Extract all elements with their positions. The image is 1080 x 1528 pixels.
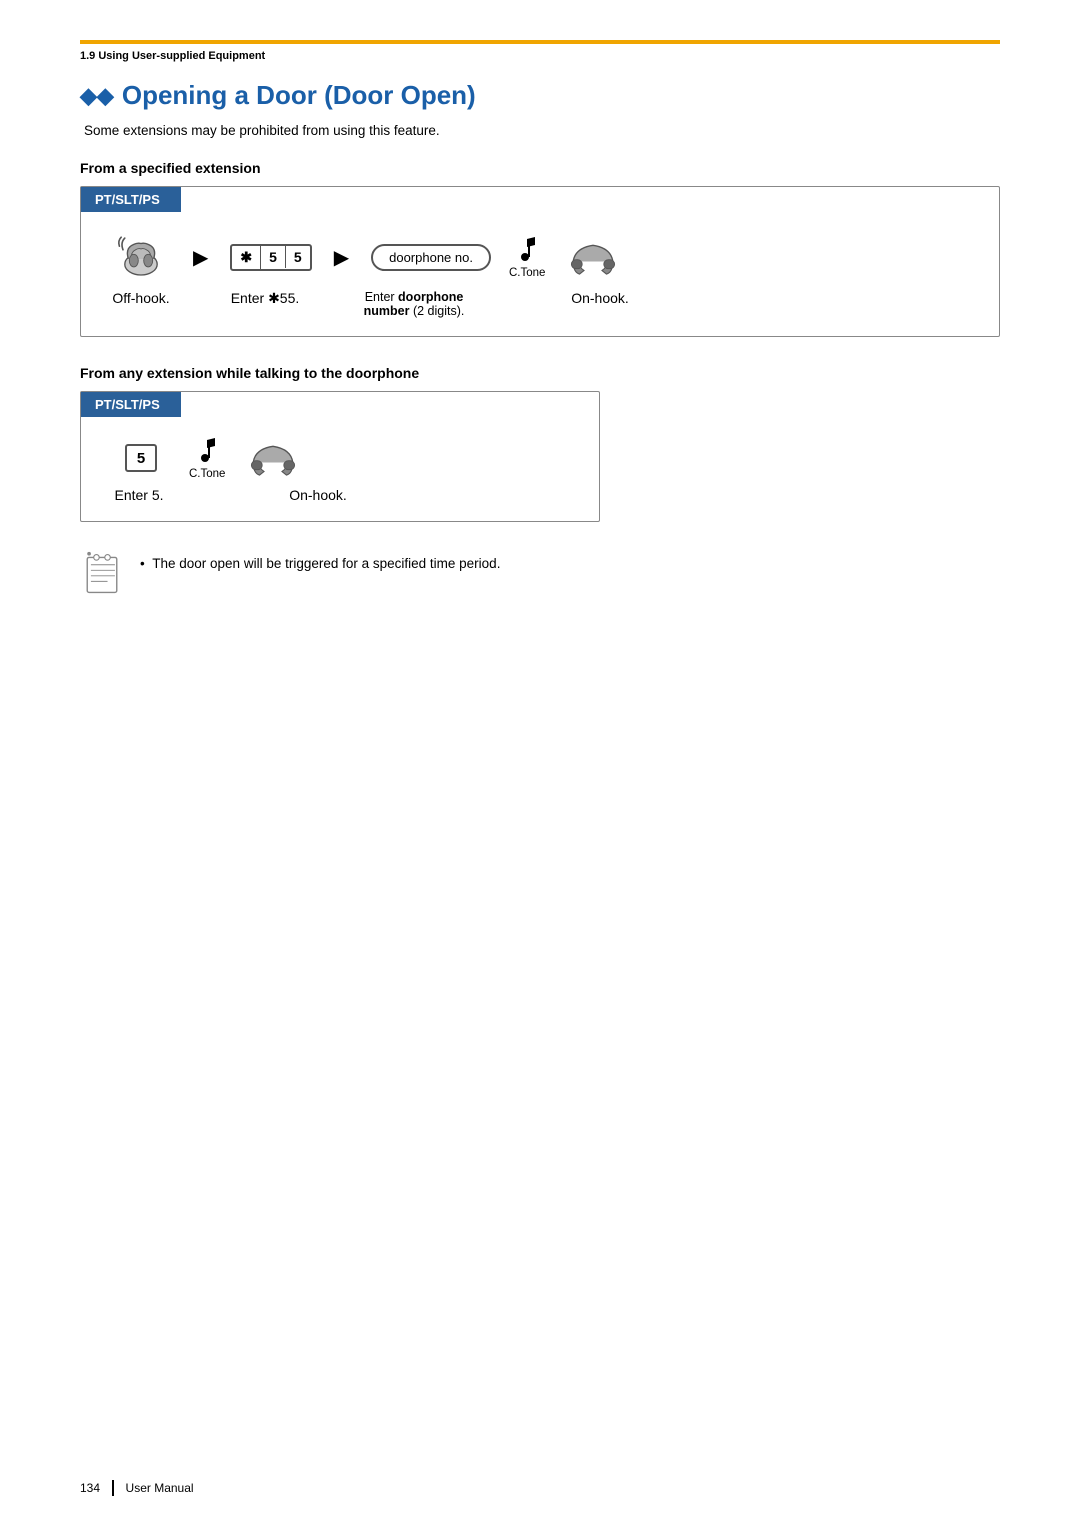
key5-item: 5 [111,444,171,472]
section2-box-header: PT/SLT/PS [81,392,181,417]
label-doorphone: Enter doorphonenumber (2 digits). [359,290,469,318]
onhook1-item [563,234,623,280]
section1-labels-row: Off-hook. Enter ✱55. Enter doorphonenumb… [111,290,969,318]
page: 1.9 Using User-supplied Equipment ◆◆ Ope… [0,0,1080,1528]
ctone2-icon [193,436,221,466]
top-rule [80,40,1000,44]
note-text: • The door open will be triggered for a … [140,550,500,571]
section1-flow-row: ▶ ✱ 5 5 ▶ doorphone no. [111,230,969,284]
note-content: The door open will be triggered for a sp… [152,556,500,571]
arrow1-icon: ▶ [193,245,208,270]
page-number: 134 [80,1481,100,1495]
note-icon [80,550,124,598]
section1-heading: From a specified extension [80,160,1000,176]
footer: 134 User Manual [80,1480,1000,1496]
label-onhook2: On-hook. [283,487,353,503]
onhook2-item [243,435,303,481]
bullet: • [140,556,145,571]
footer-divider [112,1480,114,1496]
ctone2-label: C.Tone [189,468,225,480]
section1-box-header: PT/SLT/PS [81,187,181,212]
ctone1-label: C.Tone [509,267,545,279]
label-enter5: Enter 5. [111,487,167,503]
note-row: • The door open will be triggered for a … [80,550,1000,598]
section2-heading: From any extension while talking to the … [80,365,1000,381]
title-text: Opening a Door (Door Open) [122,80,476,111]
ctone2-item: C.Tone [189,436,225,480]
star55-item: ✱ 5 5 [230,244,311,271]
section1-box: PT/SLT/PS [80,186,1000,337]
section-label: 1.9 Using User-supplied Equipment [80,50,1000,62]
arrow2-icon: ▶ [334,245,349,270]
onhook1-icon [566,234,620,280]
doorphone-btn: doorphone no. [371,244,491,271]
section2-box: PT/SLT/PS 5 C.Tone [80,391,600,522]
star55-key: ✱ 5 5 [230,244,311,271]
page-title: ◆◆ Opening a Door (Door Open) [80,80,1000,111]
key5-btn: 5 [125,444,157,472]
label-offhook: Off-hook. [111,290,171,306]
offhook-icon [114,230,168,284]
label-onhook1: On-hook. [565,290,635,306]
title-diamonds-icon: ◆◆ [80,83,114,109]
footer-label: User Manual [126,1481,194,1495]
ctone1-item: C.Tone [509,235,545,279]
five1-key: 5 [261,246,286,268]
offhook-item [111,230,171,284]
intro-text: Some extensions may be prohibited from u… [84,123,1000,138]
section1-box-content: ▶ ✱ 5 5 ▶ doorphone no. [81,212,999,318]
five2-key: 5 [286,246,310,268]
label-star55: Enter ✱55. [225,290,305,307]
doorphone-item: doorphone no. [371,244,491,271]
section2-labels-row: Enter 5. On-hook. [111,487,569,503]
ctone1-icon [513,235,541,265]
star-key: ✱ [232,246,261,269]
section2-box-content: 5 C.Tone [81,417,599,503]
section2-flow-row: 5 C.Tone [111,435,569,481]
onhook2-icon [246,435,300,481]
